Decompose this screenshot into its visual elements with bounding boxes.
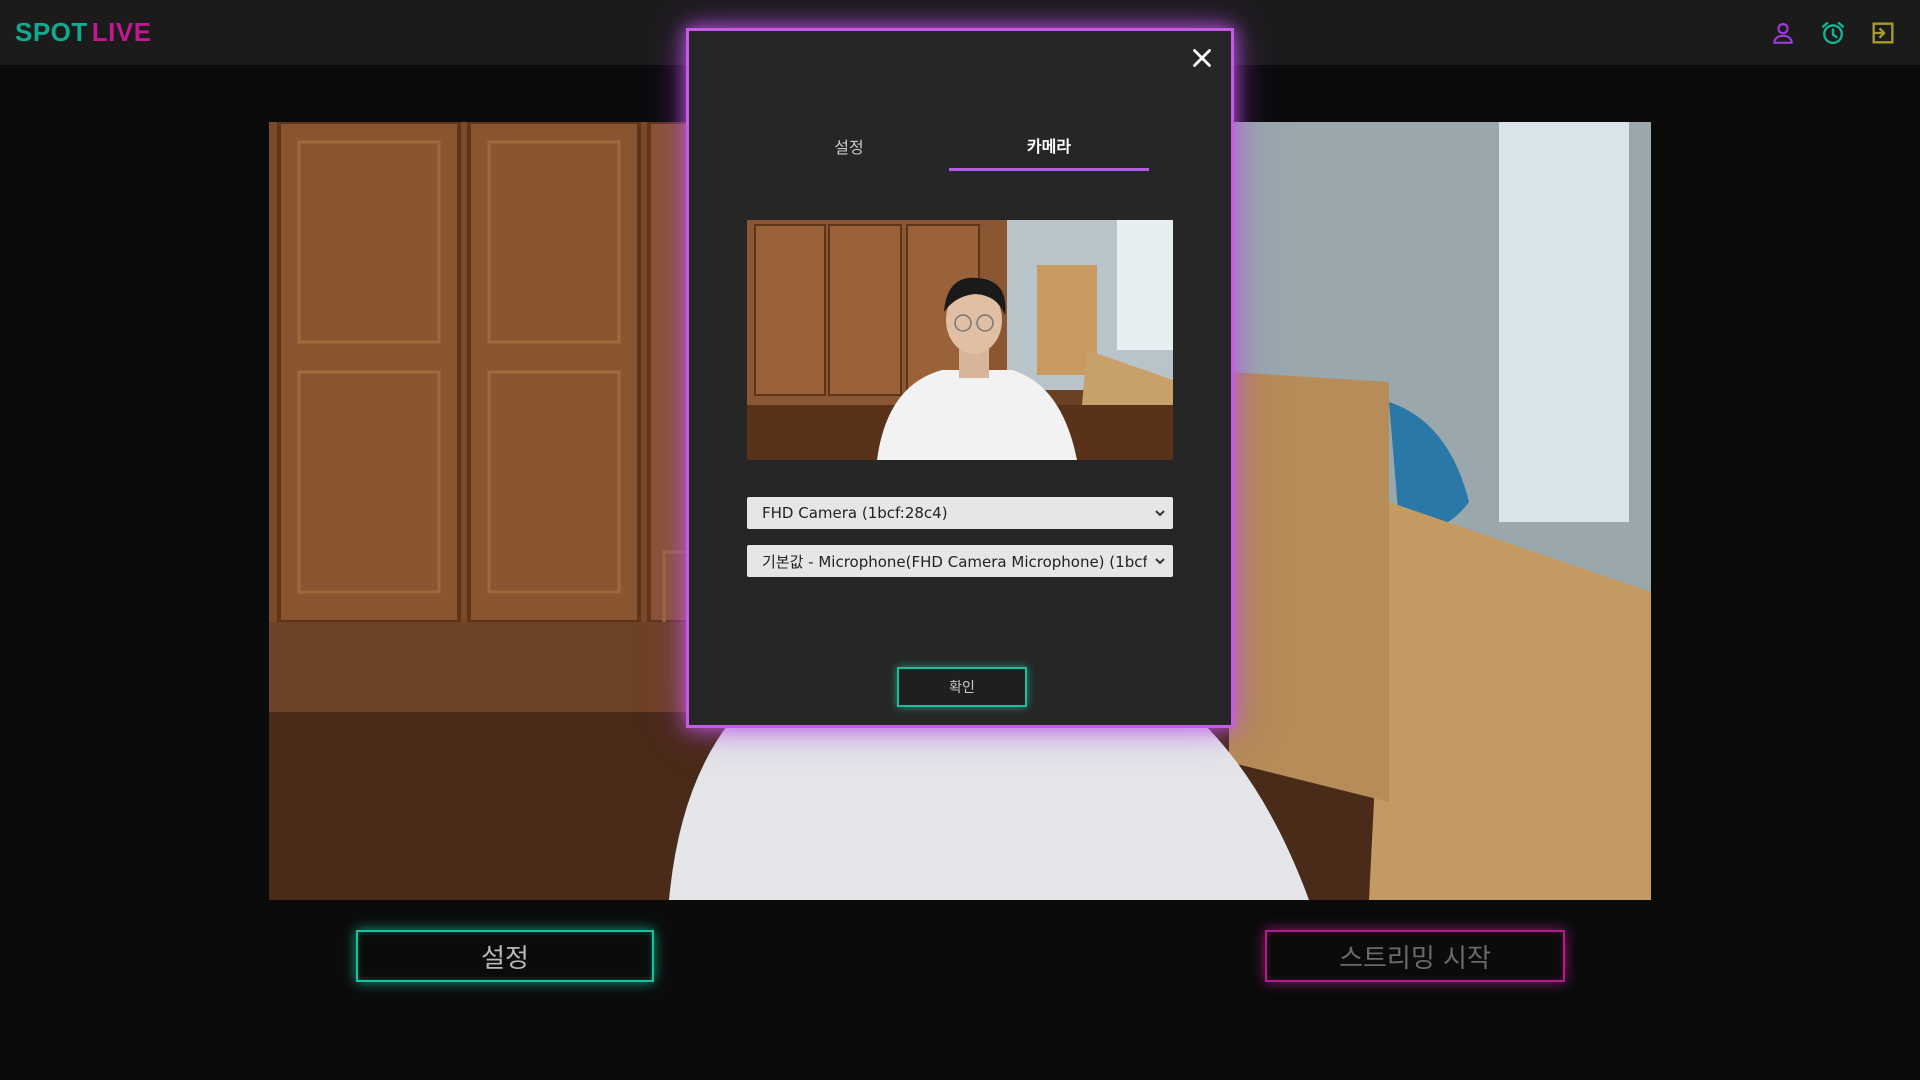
- camera-preview: [747, 220, 1173, 460]
- start-streaming-button[interactable]: 스트리밍 시작: [1265, 930, 1565, 982]
- logo-live: LIVE: [91, 17, 152, 47]
- user-icon[interactable]: [1768, 18, 1798, 48]
- logout-icon[interactable]: [1868, 18, 1898, 48]
- microphone-select-value: 기본값 - Microphone(FHD Camera Microphone) …: [762, 552, 1147, 571]
- chevron-down-icon: [1147, 555, 1173, 567]
- camera-select[interactable]: FHD Camera (1bcf:28c4): [747, 497, 1173, 529]
- close-icon[interactable]: [1187, 43, 1217, 73]
- settings-button[interactable]: 설정: [356, 930, 654, 982]
- alarm-icon[interactable]: [1818, 18, 1848, 48]
- chevron-down-icon: [1147, 507, 1173, 519]
- header-icons: [1768, 18, 1898, 48]
- camera-select-value: FHD Camera (1bcf:28c4): [762, 504, 948, 522]
- logo-spot: SPOT: [15, 17, 88, 47]
- tab-settings[interactable]: 설정: [749, 121, 949, 171]
- confirm-button[interactable]: 확인: [897, 667, 1027, 707]
- app-logo[interactable]: SPOT LIVE: [15, 17, 152, 48]
- settings-modal: 설정 카메라 FHD Camera (1bcf:28c4) 기본값 - Micr…: [686, 28, 1234, 728]
- tab-camera[interactable]: 카메라: [949, 121, 1149, 171]
- microphone-select[interactable]: 기본값 - Microphone(FHD Camera Microphone) …: [747, 545, 1173, 577]
- modal-tabs: 설정 카메라: [749, 121, 1149, 171]
